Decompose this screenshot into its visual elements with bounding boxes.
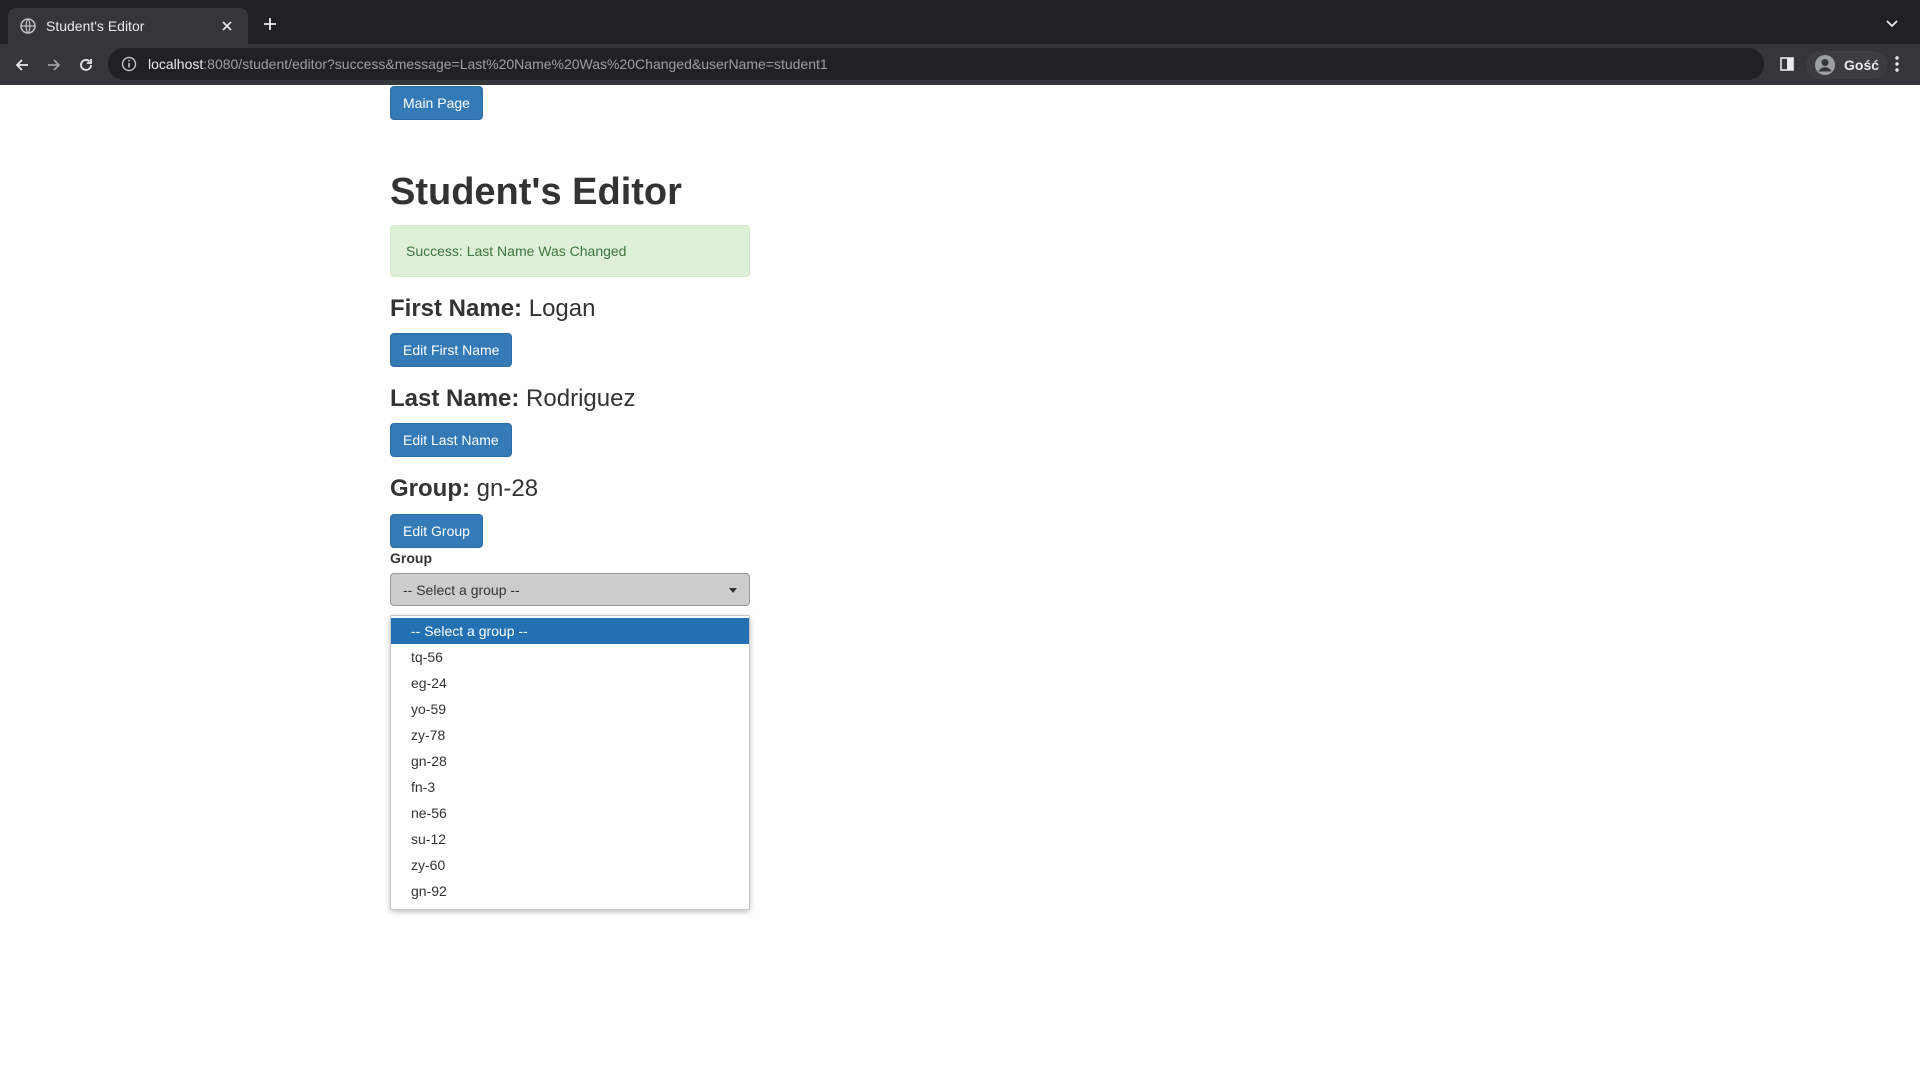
group-option[interactable]: eg-24	[391, 670, 749, 696]
group-field-label: Group	[390, 550, 432, 566]
last-name-label: Last Name:	[390, 385, 520, 412]
profile-button[interactable]: Gość	[1806, 51, 1888, 79]
close-icon[interactable]	[218, 17, 236, 35]
forward-icon[interactable]	[40, 51, 68, 79]
group-option[interactable]: yo-59	[391, 696, 749, 722]
side-panel-icon[interactable]	[1776, 53, 1798, 75]
profile-name: Gość	[1844, 57, 1880, 73]
group-option[interactable]: zy-60	[391, 852, 749, 878]
url-path: :8080/student/editor?success&message=Las…	[203, 56, 828, 72]
url-host: localhost	[148, 56, 204, 72]
tab-title: Student's Editor	[46, 18, 145, 34]
edit-first-name-button[interactable]: Edit First Name	[390, 333, 513, 367]
group-option[interactable]: ne-56	[391, 800, 749, 826]
last-name-heading: Last Name: Rodriguez	[390, 385, 635, 413]
kebab-menu-icon[interactable]	[1886, 53, 1908, 75]
group-option[interactable]: gn-28	[391, 748, 749, 774]
group-option[interactable]: su-12	[391, 826, 749, 852]
tab-strip: Student's Editor	[0, 0, 1920, 44]
back-icon[interactable]	[8, 51, 36, 79]
edit-group-button[interactable]: Edit Group	[390, 514, 483, 548]
group-heading: Group: gn-28	[390, 475, 538, 503]
reload-icon[interactable]	[72, 51, 100, 79]
new-tab-icon[interactable]	[260, 14, 280, 34]
group-option[interactable]: tq-56	[391, 644, 749, 670]
caret-down-icon	[729, 588, 737, 593]
browser-toolbar: localhost:8080/student/editor?success&me…	[0, 44, 1920, 85]
url-text: localhost:8080/student/editor?success&me…	[148, 56, 828, 72]
edit-last-name-button[interactable]: Edit Last Name	[390, 423, 512, 457]
browser-tab[interactable]: Student's Editor	[8, 8, 248, 44]
page-title: Student's Editor	[390, 171, 682, 213]
info-icon[interactable]	[120, 55, 138, 73]
first-name-value: Logan	[528, 295, 596, 322]
group-option[interactable]: -- Select a group --	[391, 618, 749, 644]
chevron-down-icon[interactable]	[1882, 14, 1902, 34]
group-option[interactable]: fn-3	[391, 774, 749, 800]
main-page-button[interactable]: Main Page	[390, 86, 483, 120]
address-bar[interactable]: localhost:8080/student/editor?success&me…	[108, 48, 1764, 80]
group-option[interactable]: gn-92	[391, 878, 749, 904]
last-name-value: Rodriguez	[526, 385, 636, 412]
group-select[interactable]: -- Select a group --	[390, 573, 750, 606]
group-option[interactable]: zy-78	[391, 722, 749, 748]
success-alert: Success: Last Name Was Changed	[390, 225, 750, 277]
avatar-icon	[1814, 54, 1836, 76]
group-title-label: Group:	[390, 475, 470, 502]
group-select-value: -- Select a group --	[403, 581, 520, 598]
first-name-heading: First Name: Logan	[390, 295, 595, 323]
first-name-label: First Name:	[390, 295, 523, 322]
group-dropdown-list: -- Select a group -- tq-56 eg-24 yo-59 zy-78…	[390, 615, 750, 910]
group-title-value: gn-28	[476, 475, 539, 502]
globe-icon	[20, 18, 36, 34]
